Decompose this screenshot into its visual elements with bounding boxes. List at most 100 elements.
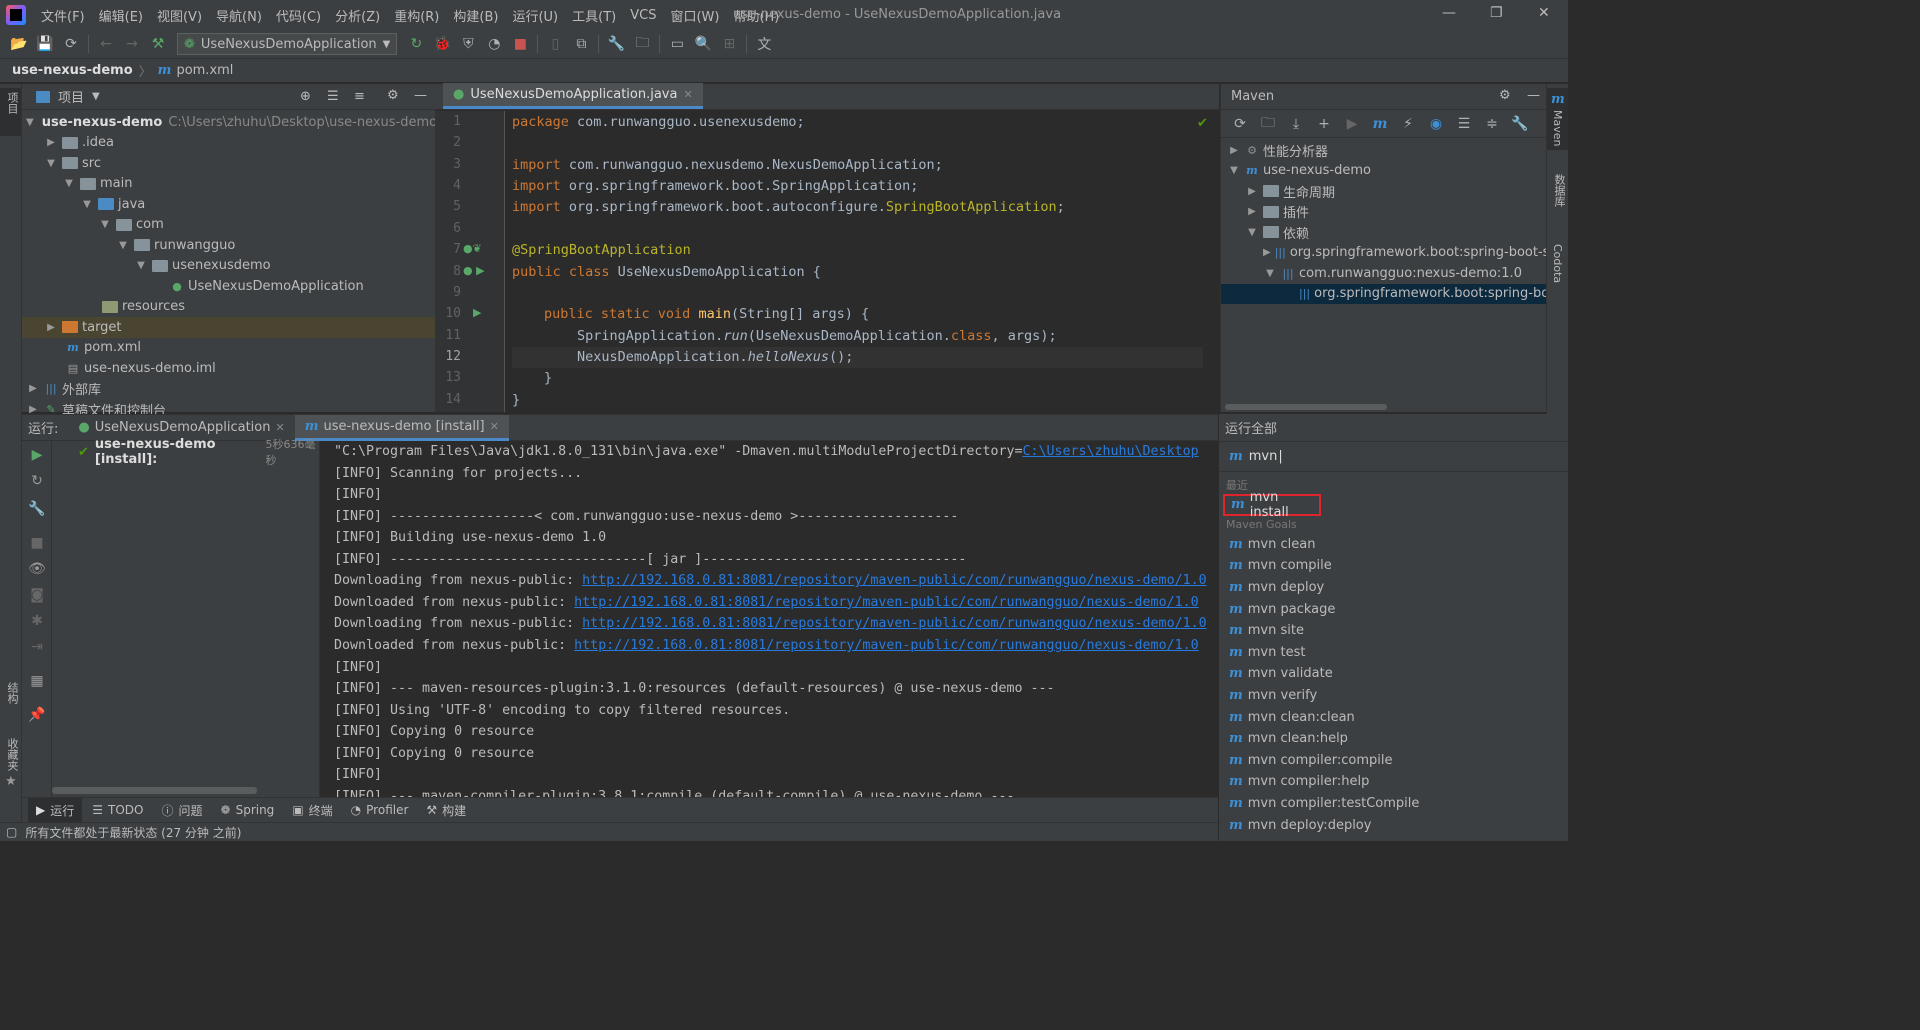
tree-item[interactable]: ▶ .idea (22, 133, 435, 154)
maven-tree-item[interactable]: ▼ m use-nexus-demo (1221, 161, 1546, 182)
folder-settings-icon[interactable]: 🗀 (629, 33, 655, 55)
profile-icon[interactable]: ◔ (481, 33, 507, 55)
maven-goal-item[interactable]: m mvn clean:clean (1219, 706, 1568, 728)
search-icon[interactable]: 🔍 (690, 33, 716, 55)
run-anything-search[interactable]: m mvn | (1219, 442, 1568, 472)
settings-wrench-icon[interactable]: 🔧 (603, 33, 629, 55)
tree-item[interactable]: ● UseNexusDemoApplication (22, 276, 435, 297)
menu-view[interactable]: 视图(V) (150, 6, 209, 25)
tree-item[interactable]: ▼ main (22, 174, 435, 195)
collapse-all-icon[interactable]: ≡ (354, 89, 365, 104)
maven-tree-item[interactable]: ▶ ||| org.springframework.boot:spring-boot… (1221, 243, 1546, 264)
maven-tree-item-selected[interactable]: ||| org.springframework.boot:spring-boo (1221, 283, 1546, 304)
maven-goal-icon[interactable]: m (1367, 113, 1393, 135)
run-gutter-icon[interactable]: ● ▶ (463, 264, 485, 277)
expand-all-icon[interactable]: ☰ (327, 89, 339, 104)
run-tab-install[interactable]: m use-nexus-demo [install] ✕ (294, 414, 509, 441)
stop-icon[interactable]: ■ (507, 33, 533, 55)
tree-item[interactable]: m pom.xml (22, 338, 435, 359)
rerun-failed-icon[interactable]: ↻ (28, 473, 46, 491)
rerun-icon[interactable]: ↻ (403, 33, 429, 55)
maven-goal-item[interactable]: m mvn clean (1219, 534, 1568, 556)
close-tab-icon[interactable]: ✕ (683, 88, 692, 101)
run-configuration-select[interactable]: ❁ UseNexusDemoApplication ▼ (177, 33, 398, 55)
device-icon[interactable]: ▯ (542, 33, 568, 55)
bottom-tab-terminal[interactable]: ▣ 终端 (284, 798, 340, 822)
view-icon[interactable]: 👁 (28, 561, 46, 579)
coverage-icon[interactable]: ⛨ (455, 33, 481, 55)
maven-goal-item[interactable]: m mvn deploy (1219, 577, 1568, 599)
layout-icon[interactable]: ▦ (28, 673, 46, 691)
editor-tab-active[interactable]: ● UseNexusDemoApplication.java ✕ (443, 83, 703, 109)
project-structure-icon[interactable]: ⧉ (568, 33, 594, 55)
structure-stripe-label[interactable]: 结构 (4, 682, 20, 704)
tree-item[interactable]: ▼ src (22, 153, 435, 174)
build-hammer-icon[interactable]: ⚒ (145, 33, 171, 55)
bottom-tab-spring[interactable]: ❁ Spring (213, 798, 283, 822)
maven-tree-item[interactable]: ▶ 插件 (1221, 202, 1546, 223)
export-icon[interactable]: ⇥ (28, 639, 46, 657)
status-square-icon[interactable]: ▢ (6, 825, 17, 839)
close-tab-icon[interactable]: ✕ (275, 421, 284, 434)
settings-wrench-icon[interactable]: 🔧 (28, 501, 46, 519)
console-link[interactable]: http://192.168.0.81:8081/repository/mave… (582, 616, 1206, 631)
maven-goal-item[interactable]: m mvn verify (1219, 685, 1568, 707)
locate-icon[interactable]: ⊕ (300, 89, 311, 104)
back-icon[interactable]: ← (93, 33, 119, 55)
console-link[interactable]: http://192.168.0.81:8081/repository/mave… (582, 573, 1206, 588)
pin-icon[interactable]: 📌 (28, 707, 46, 725)
add-folder-icon[interactable]: 🗀 (1255, 113, 1281, 135)
database-stripe-label[interactable]: 数据库 (1551, 174, 1567, 207)
vcs-icon[interactable]: ⊞ (716, 33, 742, 55)
debug-icon[interactable]: 🐞 (429, 33, 455, 55)
menu-code[interactable]: 代码(C) (269, 6, 328, 25)
menu-build[interactable]: 构建(B) (446, 6, 505, 25)
close-icon[interactable]: ✕ (1538, 5, 1550, 21)
download-icon[interactable]: ⤓ (1283, 113, 1309, 135)
maven-goal-item[interactable]: m mvn deploy:deploy (1219, 814, 1568, 836)
menu-file[interactable]: 文件(F) (34, 6, 92, 25)
tree-item[interactable]: ▤ use-nexus-demo.iml (22, 358, 435, 379)
maven-goal-item[interactable]: m mvn validate (1219, 663, 1568, 685)
horizontal-scrollbar[interactable] (1225, 404, 1387, 410)
console-link[interactable]: http://192.168.0.81:8081/repository/mave… (574, 638, 1198, 653)
menu-vcs[interactable]: VCS (623, 8, 663, 23)
menu-analyze[interactable]: 分析(Z) (328, 6, 387, 25)
run-tree-item[interactable]: ✔ use-nexus-demo [install]: 5秒636毫秒 (52, 437, 319, 467)
menu-tools[interactable]: 工具(T) (565, 6, 623, 25)
rerun-icon[interactable]: ▶ (28, 447, 46, 465)
codota-stripe-label[interactable]: Codota (1551, 244, 1564, 283)
run-anything-query[interactable]: mvn (1249, 449, 1278, 464)
tree-item[interactable]: ▼ runwangguo (22, 235, 435, 256)
menu-navigate[interactable]: 导航(N) (209, 6, 269, 25)
reload-icon[interactable]: ⟳ (1227, 113, 1253, 135)
console-link[interactable]: http://192.168.0.81:8081/repository/mave… (574, 595, 1198, 610)
maven-goal-item[interactable]: m mvn compiler:testCompile (1219, 793, 1568, 815)
debug-icon[interactable]: ✱ (28, 613, 46, 631)
tree-item[interactable]: resources (22, 297, 435, 318)
tree-item[interactable]: ▶ ||| 外部库 (22, 379, 435, 400)
maven-goal-item[interactable]: m mvn package (1219, 598, 1568, 620)
terminal-icon[interactable]: ▭ (664, 33, 690, 55)
bottom-tab-build[interactable]: ⚒ 构建 (418, 798, 474, 822)
tree-item[interactable]: ▶ target (22, 317, 435, 338)
plus-icon[interactable]: + (1311, 113, 1337, 135)
camera-icon[interactable]: ◙ (28, 587, 46, 605)
spring-bean-icon[interactable]: ●❦ (463, 242, 482, 255)
favorites-stripe-label[interactable]: 收藏夹 (4, 738, 20, 771)
breadcrumb-project[interactable]: use-nexus-demo (12, 63, 133, 78)
tree-item[interactable]: ▼ use-nexus-demo C:\Users\zhuhu\Desktop\us… (22, 112, 437, 133)
bottom-tab-todo[interactable]: ☰ TODO (84, 798, 151, 822)
maven-tree-item[interactable]: ▶ ⚙ 性能分析器 (1221, 140, 1546, 161)
menu-edit[interactable]: 编辑(E) (92, 6, 150, 25)
maven-goal-item[interactable]: m mvn test (1219, 642, 1568, 664)
skip-tests-icon[interactable]: ◉ (1423, 113, 1449, 135)
maven-goal-item[interactable]: m mvn clean:help (1219, 728, 1568, 750)
menu-window[interactable]: 窗口(W) (663, 6, 726, 25)
gear-icon[interactable]: ⚙ (387, 88, 399, 103)
maven-tree-item[interactable]: ▶ 生命周期 (1221, 181, 1546, 202)
maven-stripe-button[interactable]: m Maven (1547, 88, 1568, 150)
close-tab-icon[interactable]: ✕ (490, 420, 499, 433)
save-icon[interactable]: 💾 (32, 33, 58, 55)
forward-icon[interactable]: → (119, 33, 145, 55)
